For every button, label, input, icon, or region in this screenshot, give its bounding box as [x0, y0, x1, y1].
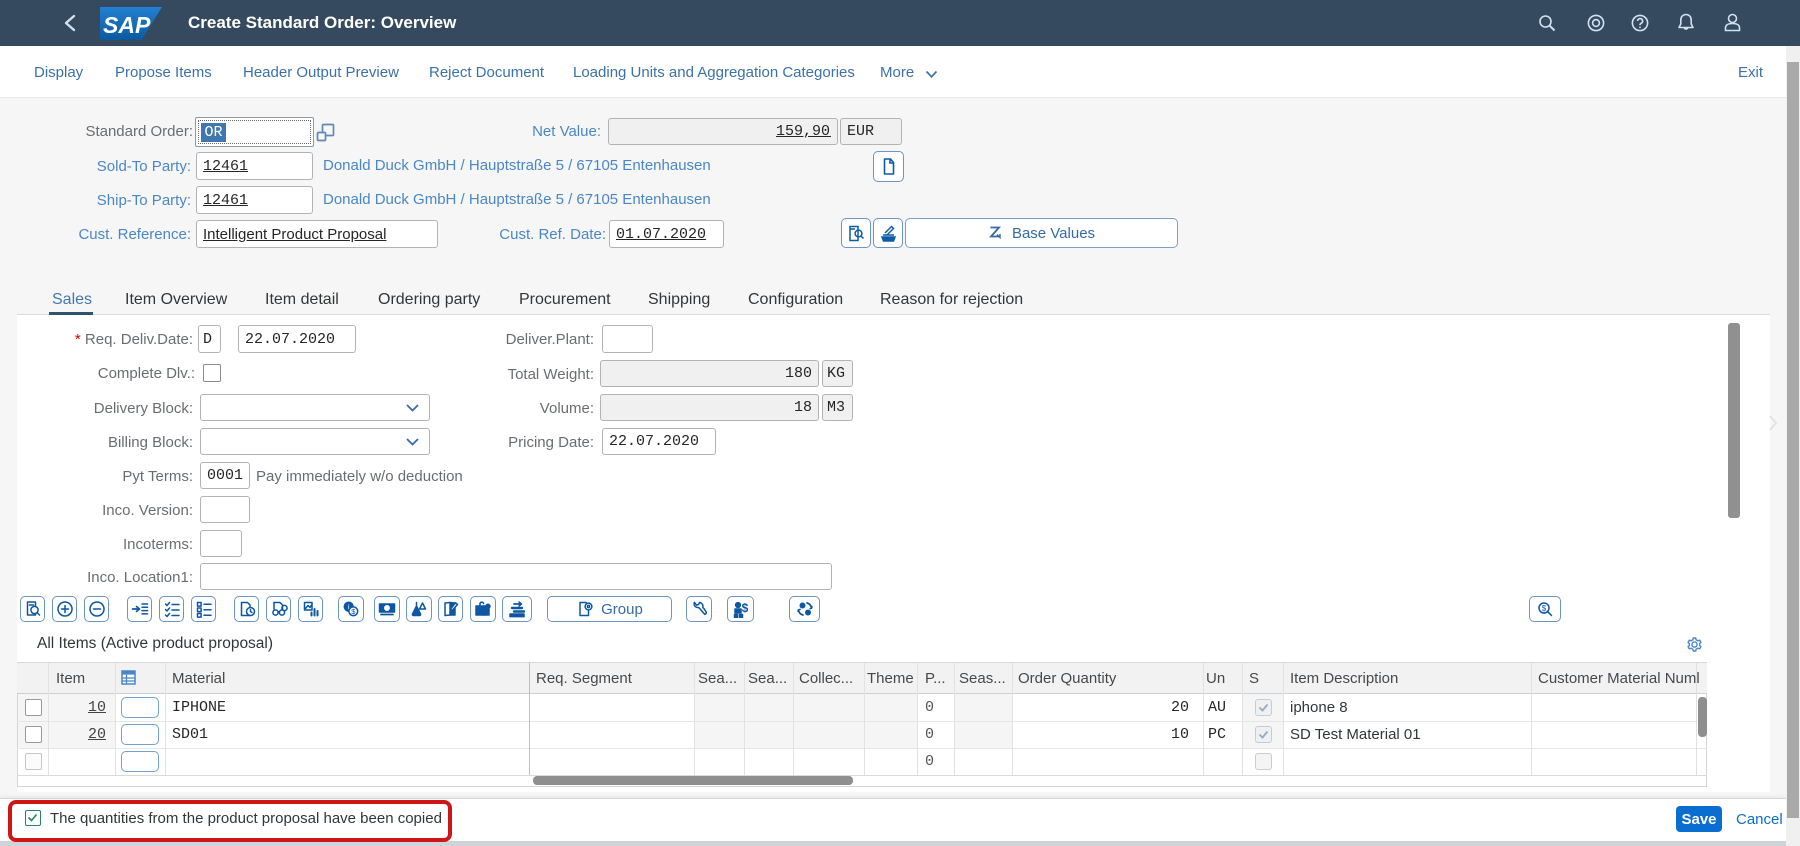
svg-text:SAP: SAP	[103, 12, 151, 38]
svg-text:$: $	[741, 601, 748, 615]
svg-text:$: $	[1542, 604, 1547, 613]
